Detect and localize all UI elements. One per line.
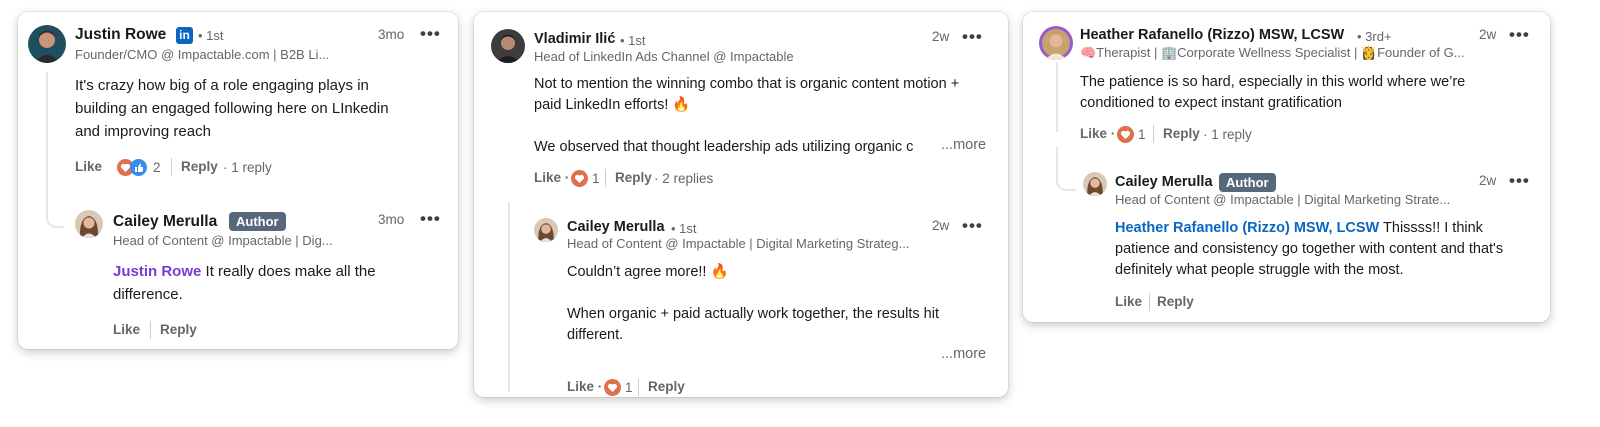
linkedin-icon: in [176,27,193,44]
commenter-headline: 🧠Therapist | 🏢Corporate Wellness Special… [1080,45,1465,60]
like-button[interactable]: Like [113,322,140,337]
comment-card-heather: Heather Rafanello (Rizzo) MSW, LCSW • 3r… [1023,12,1550,322]
thread-connector [508,202,510,392]
replies-count[interactable]: · 2 replies [654,171,713,186]
more-options-icon[interactable]: ••• [1509,26,1530,43]
connection-degree: • 1st [620,33,646,48]
thread-connector [1056,62,1058,132]
commenter-headline: Founder/CMO @ Impactable.com | B2B Li... [75,47,330,62]
reply-button[interactable]: Reply [181,159,218,174]
comment-card-vladimir: Vladimir Ilić • 1st 2w ••• Head of Linke… [474,12,1008,397]
connection-degree: • 1st [671,221,697,236]
reply-author-name[interactable]: Cailey Merulla [113,213,217,231]
like-button[interactable]: Like · [567,379,602,394]
divider [638,378,639,396]
comment-body: The patience is so hard, especially in t… [1080,74,1466,111]
reply-time: 3mo [378,212,405,227]
connection-degree: • 1st [198,28,224,43]
reaction-count[interactable]: 1 [625,380,633,395]
reply-button[interactable]: Reply [615,170,652,185]
avatar[interactable] [534,218,558,242]
comment-time: 2w [932,29,950,44]
reaction-count[interactable]: 1 [592,171,600,186]
more-options-icon[interactable]: ••• [962,217,983,234]
like-button[interactable]: Like · [1080,126,1115,141]
commenter-name[interactable]: Heather Rafanello (Rizzo) MSW, LCSW [1080,27,1344,43]
commenter-name[interactable]: Vladimir Ilić [534,31,615,47]
reply-button[interactable]: Reply [160,322,197,337]
replies-count[interactable]: · 1 reply [1203,127,1252,142]
love-reaction-icon [1117,126,1134,143]
love-reaction-icon [604,379,621,396]
reply-author-headline: Head of Content @ Impactable | Dig... [113,233,333,248]
reply-body: Justin Rowe It really does make all the … [113,263,376,303]
divider [150,321,151,339]
avatar[interactable] [75,210,103,238]
avatar[interactable] [491,29,525,63]
comment-time: 2w [1479,27,1497,42]
more-options-icon[interactable]: ••• [420,25,441,42]
reply-time: 2w [932,218,950,233]
reply-author-name[interactable]: Cailey Merulla [1115,174,1213,190]
commenter-name[interactable]: Justin Rowe [75,26,166,44]
commenter-headline: Head of LinkedIn Ads Channel @ Impactabl… [534,49,794,64]
like-reaction-icon [130,159,147,176]
comment-body: Not to mention the winning combo that is… [534,76,960,155]
comment-body: It's crazy how big of a role engaging pl… [75,77,389,140]
like-button[interactable]: Like [1115,294,1142,309]
mention-link[interactable]: Justin Rowe [113,263,201,280]
avatar[interactable] [1039,26,1073,60]
connection-degree: • 3rd+ [1357,29,1392,44]
see-more-link[interactable]: ...more [941,137,986,153]
replies-count[interactable]: · 1 reply [223,160,272,175]
more-options-icon[interactable]: ••• [962,28,983,45]
thread-connector [1056,147,1076,191]
reply-button[interactable]: Reply [648,379,685,394]
reply-button[interactable]: Reply [1163,126,1200,141]
like-button[interactable]: Like [75,159,102,174]
divider [605,169,606,187]
reaction-count[interactable]: 1 [1138,127,1146,142]
more-options-icon[interactable]: ••• [420,210,441,227]
divider [1149,293,1150,311]
reply-body: Couldn’t agree more!! 🔥 When organic + p… [567,264,939,343]
divider [171,158,172,176]
comment-time: 3mo [378,27,405,42]
avatar[interactable] [28,25,66,63]
thread-connector [46,72,64,228]
author-badge: Author [229,212,286,231]
divider [1153,125,1154,143]
reply-author-name[interactable]: Cailey Merulla [567,219,665,235]
author-badge: Author [1219,173,1276,192]
like-button[interactable]: Like · [534,170,569,185]
reply-time: 2w [1479,173,1497,188]
comment-card-justin: Justin Rowe in • 1st 3mo ••• Founder/CMO… [18,12,458,349]
love-reaction-icon [571,170,588,187]
reaction-count[interactable]: 2 [153,160,161,175]
reply-author-headline: Head of Content @ Impactable | Digital M… [1115,192,1451,207]
avatar[interactable] [1083,172,1107,196]
mention-link[interactable]: Heather Rafanello (Rizzo) MSW, LCSW [1115,220,1379,236]
see-more-link[interactable]: ...more [941,346,986,362]
more-options-icon[interactable]: ••• [1509,172,1530,189]
reply-body: Heather Rafanello (Rizzo) MSW, LCSW This… [1115,220,1504,278]
reply-author-headline: Head of Content @ Impactable | Digital M… [567,236,910,251]
reply-button[interactable]: Reply [1157,294,1194,309]
